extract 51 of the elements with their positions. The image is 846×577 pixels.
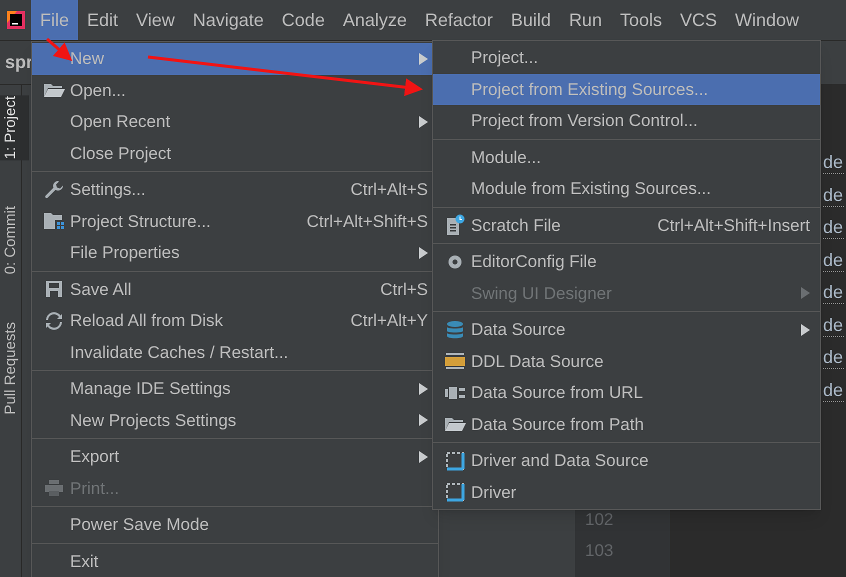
menu-bar-item[interactable]: Analyze xyxy=(334,0,416,40)
menu-item[interactable]: Scratch File Ctrl+Alt+Shift+Insert xyxy=(433,210,820,241)
code-text: de xyxy=(823,281,844,304)
submenu-arrow-icon xyxy=(801,324,810,336)
database-icon xyxy=(444,320,464,340)
menu-bar-item[interactable]: VCS xyxy=(671,0,726,40)
menu-bar-item[interactable]: Window xyxy=(726,0,808,40)
code-text: de xyxy=(823,248,844,272)
menu-bar-item[interactable]: Refactor xyxy=(416,0,502,40)
code-text: de xyxy=(823,151,844,174)
app-logo-icon xyxy=(4,9,26,31)
folder-icon xyxy=(42,82,64,98)
submenu-arrow-icon xyxy=(419,246,428,259)
menu-bar-item[interactable]: View xyxy=(127,0,184,40)
settings-icon xyxy=(446,252,464,271)
code-text: de xyxy=(823,184,844,206)
submenu-arrow-icon xyxy=(419,450,428,463)
menu-item[interactable]: Driver xyxy=(433,476,820,508)
wrench-icon xyxy=(44,180,64,200)
submenu-arrow-icon xyxy=(801,287,810,300)
tool-window-tab[interactable]: Pull Requests xyxy=(0,320,28,416)
project-name: spr xyxy=(5,51,34,74)
scratch-file-icon xyxy=(444,214,464,236)
reload-icon xyxy=(44,312,62,330)
menu-bar-item[interactable]: Tools xyxy=(610,0,671,40)
ddl-file-icon xyxy=(444,352,466,370)
submenu-arrow-icon xyxy=(419,52,428,65)
driver-icon xyxy=(444,482,464,502)
arrow xyxy=(46,38,72,61)
code-text: de xyxy=(823,378,844,402)
code-text: de xyxy=(823,314,844,336)
submenu-arrow-icon xyxy=(419,414,428,426)
folder-grid-icon xyxy=(42,212,64,230)
menu-item[interactable]: Power Save Mode xyxy=(32,509,438,540)
printer-icon xyxy=(44,479,64,498)
menu-bar-item[interactable]: Run xyxy=(560,0,611,40)
menu-bar-item[interactable]: Code xyxy=(272,0,334,40)
folder-icon xyxy=(444,416,466,432)
menu-item[interactable]: Module... xyxy=(433,142,820,173)
submenu-arrow-icon xyxy=(419,382,428,395)
code-text: de xyxy=(823,346,844,369)
driver-icon xyxy=(444,450,464,471)
submenu-arrow-icon xyxy=(419,116,428,128)
menu-bar-item[interactable]: Edit xyxy=(78,0,128,40)
plug-icon xyxy=(444,384,466,401)
menu-bar-item[interactable]: Build xyxy=(502,0,560,40)
code-text: de xyxy=(823,216,844,239)
tool-window-tab[interactable]: 1: Project xyxy=(0,95,28,160)
menu-item[interactable]: Exit xyxy=(32,546,438,577)
menu-bar-item[interactable]: Navigate xyxy=(184,0,273,40)
tool-window-tab[interactable]: 0: Commit xyxy=(0,205,28,276)
